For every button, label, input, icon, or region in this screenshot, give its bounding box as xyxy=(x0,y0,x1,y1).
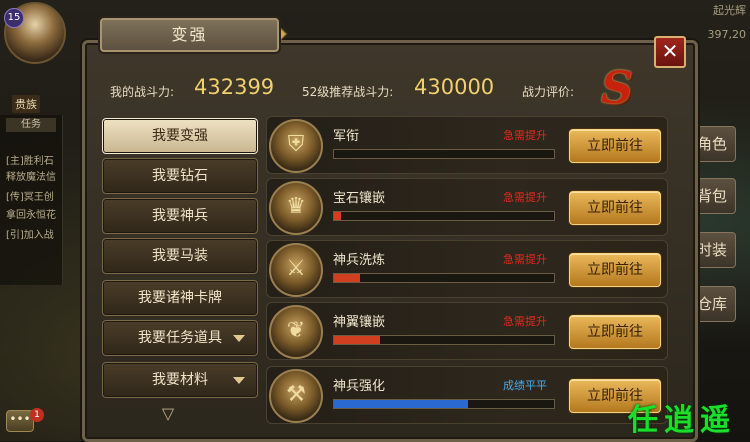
row-status: 成绩平平 xyxy=(503,379,547,392)
guild-label: 贵族 xyxy=(12,95,40,113)
menu-get-god-cards[interactable]: 我要诸神卡牌 xyxy=(102,280,258,316)
chat-line: [引]加入战 xyxy=(6,230,54,241)
row-status: 急需提升 xyxy=(503,191,547,204)
row-status: 急需提升 xyxy=(503,129,547,142)
recommended-power-label: 52级推荐战斗力: xyxy=(302,85,394,99)
list-item: ⚔ 神兵洗炼 急需提升 立即前往 xyxy=(266,240,668,298)
menu-get-mount-gear[interactable]: 我要马装 xyxy=(102,238,258,274)
progress-bar xyxy=(333,149,555,159)
row-name: 宝石镶嵌 xyxy=(333,191,386,206)
list-item: ⚒ 神兵强化 成绩平平 立即前往 xyxy=(266,366,668,424)
go-now-button[interactable]: 立即前往 xyxy=(569,191,661,225)
power-grade-badge: S xyxy=(601,63,633,114)
go-now-button[interactable]: 立即前往 xyxy=(569,253,661,287)
chat-line: 释放魔法信 xyxy=(6,172,56,183)
row-status: 急需提升 xyxy=(503,315,547,328)
dropdown-arrow-icon xyxy=(233,335,245,342)
progress-fill xyxy=(334,400,469,408)
chat-line: [主]胜利石 xyxy=(6,156,54,167)
row-name: 军衔 xyxy=(333,129,360,144)
player-level-badge: 15 xyxy=(4,8,24,28)
rank-shield-icon: ⛨ xyxy=(269,119,323,173)
menu-become-stronger[interactable]: 我要变强 xyxy=(102,118,258,154)
dropdown-arrow-icon xyxy=(233,377,245,384)
menu-label: 我要任务道具 xyxy=(138,330,222,346)
row-status: 急需提升 xyxy=(503,253,547,266)
wing-emblem-icon: ❦ xyxy=(269,305,323,359)
list-item: ♛ 宝石镶嵌 急需提升 立即前往 xyxy=(266,178,668,236)
menu-label: 我要材料 xyxy=(152,372,208,388)
list-item: ❦ 神翼镶嵌 急需提升 立即前往 xyxy=(266,302,668,360)
progress-bar xyxy=(333,335,555,345)
my-power-value: 432399 xyxy=(194,75,275,99)
progress-bar xyxy=(333,273,555,283)
watermark-text: 任逍遥 xyxy=(628,403,736,438)
chat-line: 拿回永恒花 xyxy=(6,210,56,221)
progress-bar xyxy=(333,399,555,409)
gem-helmet-icon: ♛ xyxy=(269,181,323,235)
menu-get-diamonds[interactable]: 我要钻石 xyxy=(102,158,258,194)
menu-get-materials[interactable]: 我要材料 xyxy=(102,362,258,398)
power-rating-label: 战力评价: xyxy=(522,85,575,99)
list-item: ⛨ 军衔 急需提升 立即前往 xyxy=(266,116,668,174)
progress-fill xyxy=(334,212,341,220)
progress-bar xyxy=(333,211,555,221)
scroll-down-arrow-icon[interactable]: ▽ xyxy=(158,404,178,424)
weapon-refine-icon: ⚔ xyxy=(269,243,323,297)
progress-fill xyxy=(334,274,361,282)
top-right-name: 起光辉 xyxy=(713,4,746,17)
menu-get-quest-items[interactable]: 我要任务道具 xyxy=(102,320,258,356)
close-button[interactable]: ✕ xyxy=(654,36,686,68)
dialog-title: 变强 xyxy=(100,18,279,52)
recommended-power-value: 430000 xyxy=(414,75,495,99)
go-now-button[interactable]: 立即前往 xyxy=(569,315,661,349)
chat-line: [传]冥王创 xyxy=(6,192,54,203)
go-now-button[interactable]: 立即前往 xyxy=(569,129,661,163)
progress-fill xyxy=(334,336,381,344)
row-name: 神翼镶嵌 xyxy=(333,315,386,330)
row-name: 神兵强化 xyxy=(333,379,386,394)
row-name: 神兵洗炼 xyxy=(333,253,386,268)
chat-notification-badge: 1 xyxy=(30,408,44,422)
menu-get-divine-weapon[interactable]: 我要神兵 xyxy=(102,198,258,234)
weapon-enhance-icon: ⚒ xyxy=(269,369,323,423)
task-tab[interactable]: 任务 xyxy=(6,118,56,132)
my-power-label: 我的战斗力: xyxy=(110,85,175,99)
top-right-number: 397,20 xyxy=(707,28,747,41)
